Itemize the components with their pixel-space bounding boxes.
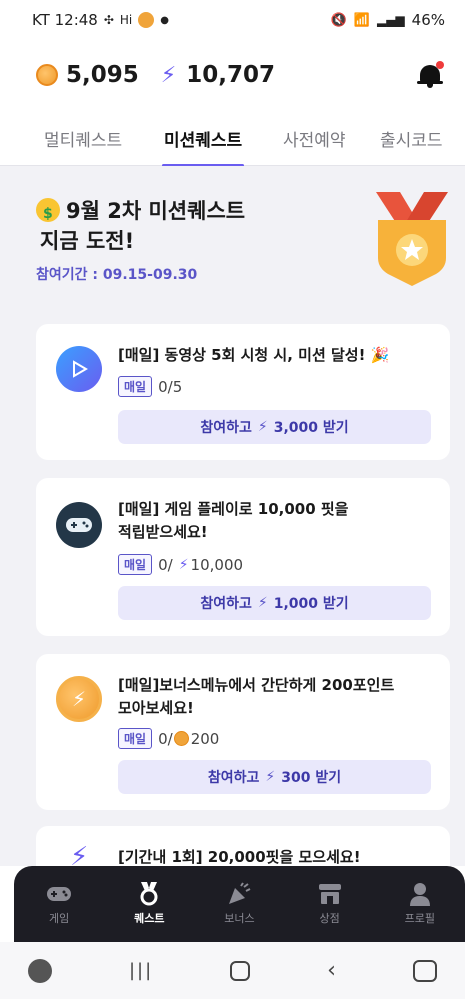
battery-level: 46% (411, 11, 445, 29)
game-launcher-icon[interactable] (28, 958, 52, 983)
play-icon (56, 346, 102, 392)
tab-mission-quest[interactable]: 미션퀘스트 (161, 112, 245, 167)
participate-button[interactable]: 참여하고 ⚡ 1,000 받기 (118, 586, 431, 620)
status-time: KT 12:48 (32, 11, 98, 29)
nav-label: 보너스 (224, 912, 255, 925)
bolt-icon: ⚡ (70, 842, 89, 866)
nav-item-bonus[interactable]: 보너스 (199, 882, 279, 926)
bottom-navigation: 게임 퀘스트 보너스 상점 프로필 (14, 866, 465, 942)
party-icon (226, 882, 252, 906)
banner-title: 9월 2차 미션퀘스트 지금 도전! (36, 196, 245, 256)
nav-item-profile[interactable]: 프로필 (380, 882, 460, 926)
store-icon (317, 882, 343, 906)
profile-icon (407, 882, 433, 906)
screenshot-icon[interactable] (412, 959, 437, 982)
nav-label: 게임 (48, 912, 70, 925)
mute-icon: 🔇 (330, 12, 347, 28)
wifi-icon: 📶 (353, 12, 370, 28)
tab-pre-registration[interactable]: 사전예약 (283, 112, 346, 166)
mission-goal: 200 (190, 729, 220, 748)
gamepad-icon (46, 882, 72, 906)
medal-icon (136, 882, 162, 906)
nav-item-quest[interactable]: 퀘스트 (109, 882, 189, 926)
nav-label: 퀘스트 (134, 912, 165, 925)
home-icon[interactable] (230, 960, 251, 981)
bolt-points: 10,707 (186, 62, 275, 88)
mission-banner: 9월 2차 미션퀘스트 지금 도전! 참여기간 : 09.15-09.30 (0, 166, 465, 306)
mission-goal: 10,000 (190, 555, 244, 574)
back-icon[interactable]: ‹ (327, 958, 336, 983)
daily-tag: 매일 (118, 554, 153, 575)
dot-icon: ● (160, 14, 169, 26)
notification-dot (436, 61, 444, 69)
mission-card: [매일] 게임 플레이로 10,000 핏을 적립받으세요! 매일 0/ ⚡ 1… (36, 478, 450, 636)
participate-button[interactable]: 참여하고 ⚡ 300 받기 (118, 760, 431, 794)
participation-period: 참여기간 : 09.15-09.30 (36, 267, 198, 283)
status-extra: Hi (119, 13, 133, 27)
mission-title: [매일]보너스메뉴에서 간단하게 200포인트 모아보세요! (118, 676, 395, 717)
coin-icon (36, 64, 58, 86)
system-navigation-bar: ||| ‹ (0, 942, 465, 999)
signal-icon: ▂▄▆ (376, 13, 405, 27)
coin-icon (173, 731, 189, 746)
recent-apps-icon[interactable]: ||| (129, 960, 153, 981)
money-face-icon (36, 198, 60, 229)
points-header: 5,095 ⚡ 10,707 (0, 40, 465, 110)
nav-label: 프로필 (404, 912, 436, 925)
notification-bell-icon[interactable] (417, 61, 444, 89)
gamepad-icon (56, 502, 102, 548)
signal-extra-icon: ✣ (103, 13, 114, 27)
bolt-icon: ⚡ (178, 556, 189, 573)
nav-label: 상점 (319, 912, 340, 925)
mission-card: ⚡ [기간내 1회] 20,000핏을 모으세요! (36, 826, 450, 866)
nav-item-store[interactable]: 상점 (290, 882, 370, 926)
participate-button[interactable]: 참여하고 ⚡ 3,000 받기 (118, 410, 431, 444)
mission-card: [매일] 동영상 5회 시청 시, 미션 달성! 🎉 매일 0/5 참여하고 ⚡… (36, 324, 450, 460)
main-content[interactable]: 9월 2차 미션퀘스트 지금 도전! 참여기간 : 09.15-09.30 [매… (0, 166, 465, 866)
status-bar: KT 12:48 ✣ Hi ● 🔇 📶 ▂▄▆ 46% (0, 0, 465, 40)
bolt-icon: ⚡ (257, 419, 268, 435)
mission-progress: 0/5 (158, 377, 183, 396)
mission-title: [기간내 1회] 20,000핏을 모으세요! (118, 848, 361, 866)
medal-icon (376, 192, 448, 286)
mission-card: ⚡ [매일]보너스메뉴에서 간단하게 200포인트 모아보세요! 매일 0/ 2… (36, 654, 450, 810)
coin-icon: ⚡ (56, 676, 102, 722)
mission-progress: 0/ (158, 555, 173, 574)
coin-points: 5,095 (66, 62, 139, 88)
tab-release-code[interactable]: 출시코드 (380, 112, 443, 166)
bolt-icon: ⚡ (160, 62, 177, 88)
daily-tag: 매일 (118, 376, 153, 397)
bolt-icon: ⚡ (265, 769, 276, 785)
app-notification-icon (138, 12, 155, 28)
tab-multi-quest[interactable]: 멀티퀘스트 (44, 112, 122, 166)
mission-title: [매일] 동영상 5회 시청 시, 미션 달성! 🎉 (118, 346, 390, 364)
quest-tabs: 멀티퀘스트 미션퀘스트 사전예약 출시코드 (0, 112, 465, 167)
nav-item-game[interactable]: 게임 (19, 882, 99, 926)
mission-title: [매일] 게임 플레이로 10,000 핏을 적립받으세요! (118, 500, 349, 541)
bolt-icon: ⚡ (257, 595, 268, 611)
mission-progress: 0/ (158, 729, 173, 748)
daily-tag: 매일 (118, 728, 153, 749)
